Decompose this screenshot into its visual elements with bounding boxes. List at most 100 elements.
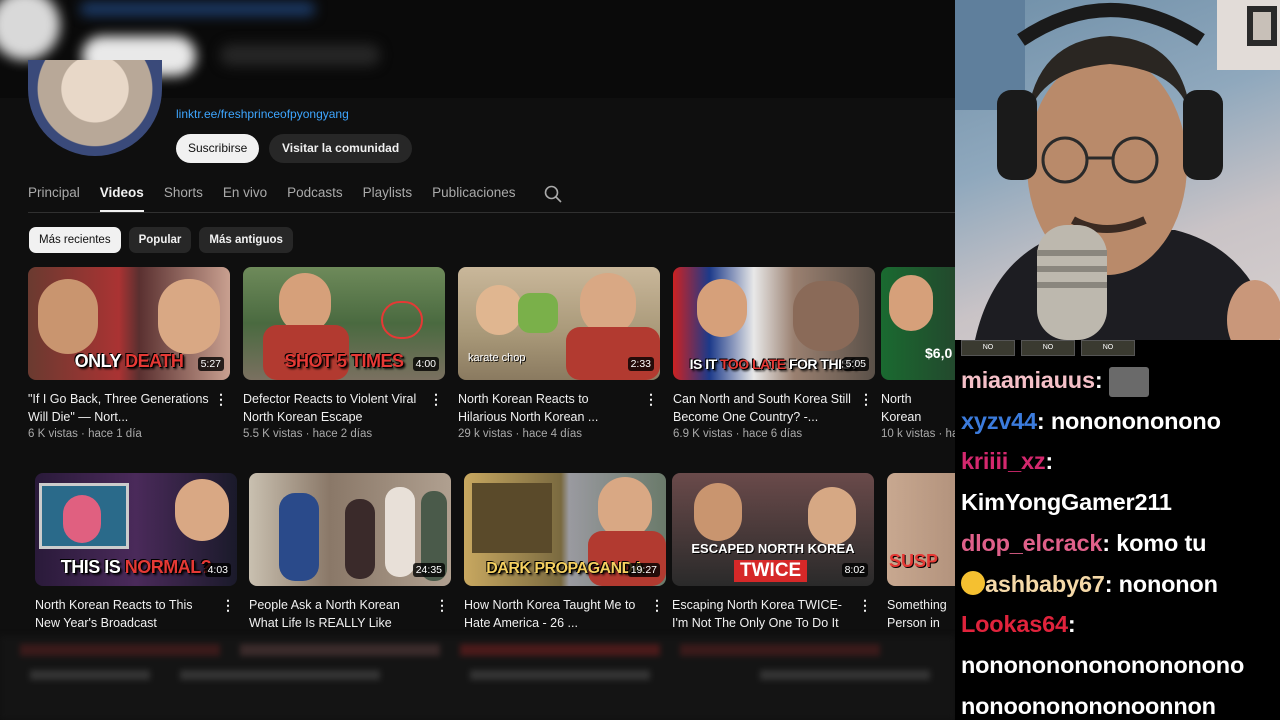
chat-username[interactable]: ashbaby67: [985, 571, 1105, 597]
tab-publicaciones[interactable]: Publicaciones: [432, 178, 515, 212]
chat-text: nonoononononoonnon: [961, 692, 1216, 719]
video-card[interactable]: ESCAPED NORTH KOREA TWICE 8:02 Escaping …: [672, 473, 874, 632]
webcam-feed: [955, 0, 1280, 340]
video-meta: 6.9 K vistas · hace 6 días: [673, 428, 803, 440]
video-title[interactable]: Escaping North Korea TWICE- I'm Not The …: [672, 596, 854, 632]
video-title[interactable]: North Korean Reacts to Hilarious North K…: [458, 390, 640, 426]
video-duration: 8:02: [841, 563, 868, 577]
chat-text: komo tu: [1116, 529, 1207, 556]
tab-videos[interactable]: Videos: [99, 178, 144, 212]
video-card[interactable]: IS IT TOO LATE FOR THIS? 5:05 Can North …: [673, 267, 875, 440]
chat-message: ashbaby67: nononon: [961, 564, 1280, 605]
video-title[interactable]: North Korean Hacked Foot...: [881, 390, 955, 426]
channel-link[interactable]: linktr.ee/freshprinceofpyongyang: [176, 107, 349, 121]
visit-community-button[interactable]: Visitar la comunidad: [269, 134, 413, 163]
video-card[interactable]: $6,0 North Korean Hacked Foot... 10 k vi…: [881, 267, 955, 440]
video-title[interactable]: People Ask a North Korean What Life Is R…: [249, 596, 431, 632]
emote: NO: [1021, 340, 1075, 356]
stream-chat: NO NO NO miaamiauus: xyzv44: nononononon…: [955, 340, 1280, 720]
video-card[interactable]: karate chop 2:33 North Korean Reacts to …: [458, 267, 660, 440]
video-title[interactable]: "If I Go Back, Three Generations Will Di…: [28, 390, 210, 426]
emote: NO: [1081, 340, 1135, 356]
chat-message: dlop_elcrack: komo tu: [961, 529, 1207, 556]
chat-message: Lookas64:: [961, 611, 1076, 638]
video-title[interactable]: Can North and South Korea Still Become O…: [673, 390, 855, 426]
emote: NO: [961, 340, 1015, 356]
search-icon[interactable]: [543, 184, 563, 204]
video-meta: 10 k vistas · hace ...: [881, 428, 955, 440]
chat-message: KimYongGamer211: [961, 482, 1280, 523]
more-options-icon[interactable]: ⋮: [429, 391, 443, 409]
chat-message: miaamiauus:: [961, 360, 1280, 401]
video-duration: 5:05: [842, 357, 869, 371]
video-thumbnail[interactable]: ESCAPED NORTH KOREA TWICE 8:02: [672, 473, 874, 586]
video-title[interactable]: Something Person in P...: [887, 596, 955, 632]
video-meta: 6 K vistas · hace 1 día: [28, 428, 142, 440]
video-thumbnail[interactable]: SHOT 5 TIMES 4:00: [243, 267, 445, 380]
chat-username[interactable]: miaamiauus: [961, 367, 1095, 393]
video-duration: 4:03: [204, 563, 231, 577]
video-thumbnail[interactable]: $6,0: [881, 267, 955, 380]
sunglasses-emoji-icon: [961, 570, 985, 595]
chat-text: nononon: [1118, 570, 1218, 597]
chat-messages: miaamiauus: xyzv44: nononononono kriiii_…: [961, 360, 1280, 720]
tab-podcasts[interactable]: Podcasts: [287, 178, 343, 212]
more-options-icon[interactable]: ⋮: [221, 597, 235, 615]
chat-username[interactable]: kriiii_xz: [961, 448, 1046, 474]
video-thumbnail[interactable]: SUSP: [887, 473, 955, 586]
tab-shorts[interactable]: Shorts: [164, 178, 203, 212]
sort-chips: Más recientes Popular Más antiguos: [29, 227, 293, 253]
thumbnail-text-highlight: TWICE: [734, 560, 808, 582]
thumbnail-text: SUSP: [889, 551, 939, 571]
youtube-channel-page: linktr.ee/freshprinceofpyongyang Suscrib…: [0, 0, 955, 720]
video-card[interactable]: SUSP Something Person in P...: [887, 473, 955, 632]
video-card[interactable]: SHOT 5 TIMES 4:00 Defector Reacts to Vio…: [243, 267, 445, 440]
video-card[interactable]: ONLY DEATH 5:27 "If I Go Back, Three Gen…: [28, 267, 230, 440]
channel-tabs: Principal Videos Shorts En vivo Podcasts…: [28, 178, 535, 212]
chat-username[interactable]: Lookas64: [961, 611, 1068, 637]
channel-avatar[interactable]: [28, 60, 162, 156]
chat-username[interactable]: dlop_elcrack: [961, 530, 1102, 556]
chip-oldest[interactable]: Más antiguos: [199, 227, 293, 253]
more-options-icon[interactable]: ⋮: [858, 597, 872, 615]
video-duration: 4:00: [412, 357, 439, 371]
video-title[interactable]: Defector Reacts to Violent Viral North K…: [243, 390, 425, 426]
video-thumbnail[interactable]: karate chop 2:33: [458, 267, 660, 380]
video-thumbnail[interactable]: DARK PROPAGANDA 19:27: [464, 473, 666, 586]
more-options-icon[interactable]: ⋮: [650, 597, 664, 615]
chat-message: xyzv44: nononononono: [961, 407, 1221, 434]
chat-text: nononononononononono: [961, 651, 1245, 678]
tabs-divider: [28, 212, 955, 213]
video-meta: 5.5 K vistas · hace 2 días: [243, 428, 373, 440]
video-thumbnail[interactable]: 24:35: [249, 473, 451, 586]
video-duration: 24:35: [412, 563, 445, 577]
emote-icon: [1108, 366, 1149, 397]
streamer-figure: [955, 0, 1280, 340]
video-card[interactable]: THIS IS NORMAL? 4:03 North Korean Reacts…: [35, 473, 237, 632]
video-card[interactable]: 24:35 People Ask a North Korean What Lif…: [249, 473, 451, 632]
blurred-row: [0, 636, 955, 720]
more-options-icon[interactable]: ⋮: [214, 391, 228, 409]
subscribe-button[interactable]: Suscribirse: [176, 134, 260, 163]
more-options-icon[interactable]: ⋮: [644, 391, 658, 409]
emote-strip: NO NO NO: [961, 340, 1135, 356]
video-card[interactable]: DARK PROPAGANDA 19:27 How North Korea Ta…: [464, 473, 666, 632]
chat-message: kriiii_xz:: [961, 448, 1054, 475]
chat-username[interactable]: xyzv44: [961, 408, 1037, 434]
video-thumbnail[interactable]: ONLY DEATH 5:27: [28, 267, 230, 380]
chip-popular[interactable]: Popular: [128, 227, 192, 253]
video-duration: 19:27: [627, 563, 660, 577]
thumbnail-text: $6,0: [925, 345, 953, 361]
video-title[interactable]: How North Korea Taught Me to Hate Americ…: [464, 596, 646, 632]
tab-playlists[interactable]: Playlists: [363, 178, 413, 212]
video-thumbnail[interactable]: IS IT TOO LATE FOR THIS? 5:05: [673, 267, 875, 380]
video-title[interactable]: North Korean Reacts to This New Year's B…: [35, 596, 217, 632]
tab-en-vivo[interactable]: En vivo: [223, 178, 267, 212]
chat-message: nononononononononono: [961, 645, 1280, 686]
more-options-icon[interactable]: ⋮: [859, 391, 873, 409]
video-thumbnail[interactable]: THIS IS NORMAL? 4:03: [35, 473, 237, 586]
more-options-icon[interactable]: ⋮: [435, 597, 449, 615]
video-duration: 2:33: [627, 357, 654, 371]
tab-principal[interactable]: Principal: [28, 178, 80, 212]
chip-recent[interactable]: Más recientes: [29, 227, 121, 253]
